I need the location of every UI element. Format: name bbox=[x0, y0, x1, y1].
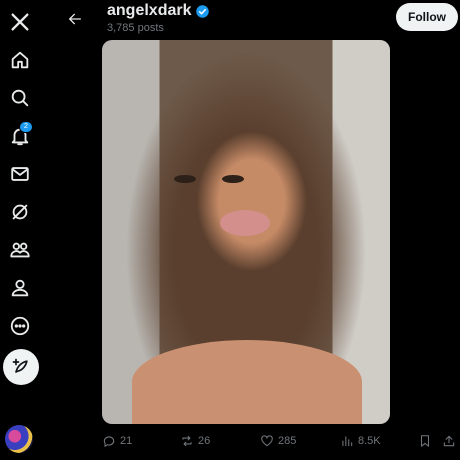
post-header: angelxdark 3,785 posts Follow bbox=[55, 0, 460, 40]
compose-icon bbox=[12, 358, 28, 373]
sidebar: 2 bbox=[0, 0, 40, 460]
profile-icon[interactable] bbox=[6, 274, 34, 302]
post-photo[interactable] bbox=[102, 40, 390, 424]
heart-icon bbox=[261, 435, 273, 447]
reply-count: 21 bbox=[120, 435, 133, 447]
posts-count: 3,785 posts bbox=[107, 22, 164, 34]
share-icon bbox=[443, 435, 455, 447]
x-logo-icon[interactable] bbox=[6, 8, 34, 36]
compose-post-button[interactable] bbox=[3, 349, 39, 385]
reply-button[interactable]: 21 bbox=[102, 430, 132, 452]
arrow-left-icon bbox=[69, 13, 81, 25]
reply-icon bbox=[103, 436, 115, 447]
bookmark-icon bbox=[420, 435, 430, 447]
photo-detail bbox=[174, 175, 196, 183]
views-count: 8.5K bbox=[358, 435, 381, 447]
grok-icon[interactable] bbox=[6, 198, 34, 226]
profile-name[interactable]: angelxdark bbox=[107, 2, 191, 20]
like-count: 285 bbox=[278, 435, 297, 447]
more-icon[interactable] bbox=[6, 312, 34, 340]
communities-icon[interactable] bbox=[6, 236, 34, 264]
share-button[interactable] bbox=[442, 430, 456, 452]
repost-icon bbox=[182, 435, 192, 447]
post-actions: 21 26 285 8.5K bbox=[100, 430, 460, 452]
verified-badge-icon bbox=[195, 4, 210, 19]
profile-name-row: angelxdark bbox=[107, 2, 210, 20]
like-button[interactable]: 285 bbox=[260, 430, 296, 452]
notifications-icon[interactable]: 2 bbox=[6, 121, 34, 150]
photo-detail bbox=[220, 210, 270, 236]
back-button[interactable] bbox=[63, 7, 87, 31]
photo-detail bbox=[222, 175, 244, 183]
follow-button[interactable]: Follow bbox=[396, 3, 458, 31]
views-button[interactable]: 8.5K bbox=[340, 430, 381, 452]
notifications-badge: 2 bbox=[19, 121, 33, 133]
views-chart-icon bbox=[342, 436, 353, 447]
home-icon[interactable] bbox=[6, 46, 34, 74]
bookmark-button[interactable] bbox=[418, 430, 432, 452]
avatar[interactable] bbox=[5, 425, 33, 453]
repost-count: 26 bbox=[198, 435, 211, 447]
search-icon[interactable] bbox=[6, 84, 34, 112]
photo-detail bbox=[132, 340, 362, 424]
messages-icon[interactable] bbox=[6, 160, 34, 188]
repost-button[interactable]: 26 bbox=[180, 430, 210, 452]
